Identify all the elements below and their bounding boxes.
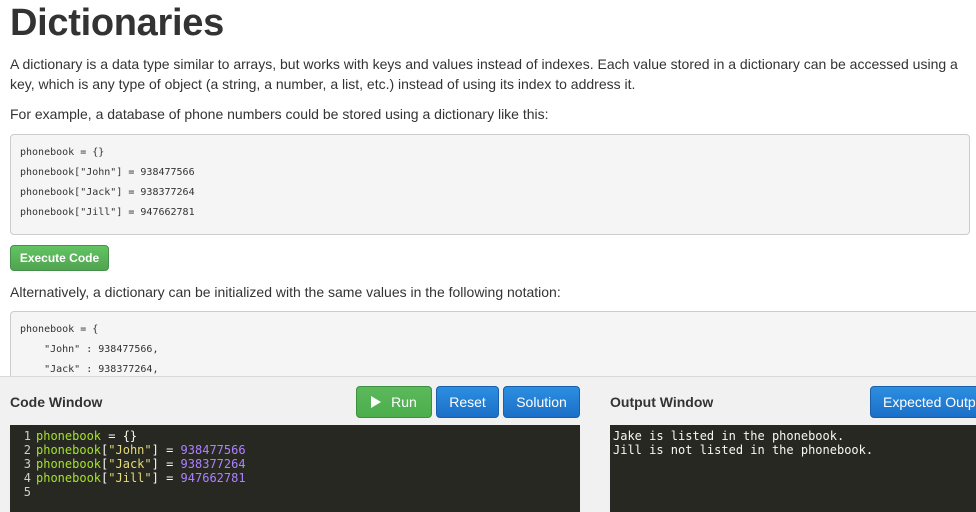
code-line: phonebook["Jill"] = 947662781: [20, 207, 195, 218]
expected-output-button[interactable]: Expected Output: [870, 386, 976, 418]
run-button[interactable]: Run: [356, 386, 432, 418]
code-line: phonebook["Jack"] = 938377264: [20, 187, 195, 198]
code-token: "John": [108, 443, 152, 457]
output-window-title: Output Window: [610, 394, 714, 410]
example-paragraph: For example, a database of phone numbers…: [10, 106, 549, 122]
editor-line: 1 phonebook = {}: [10, 429, 580, 443]
code-line: "Jack" : 938377264,: [20, 364, 159, 375]
code-line: "John" : 938477566,: [20, 344, 159, 355]
output-console: Jake is listed in the phonebook. Jill is…: [610, 425, 976, 512]
intro-paragraph: A dictionary is a data type similar to a…: [10, 56, 958, 92]
line-number: 3: [23, 457, 31, 471]
code-token: "Jill": [108, 471, 152, 485]
line-number: 5: [23, 485, 31, 499]
code-line: phonebook["John"] = 938477566: [20, 167, 195, 178]
alternative-paragraph: Alternatively, a dictionary can be initi…: [10, 284, 561, 300]
code-token: "Jack": [108, 457, 152, 471]
code-token: =: [158, 457, 181, 471]
line-number: 2: [23, 443, 31, 457]
lesson-article: Dictionaries A dictionary is a data type…: [0, 0, 976, 376]
code-token: 938377264: [180, 457, 246, 471]
code-token: =: [158, 443, 181, 457]
code-line: phonebook = {}: [20, 147, 105, 158]
run-button-label: Run: [391, 394, 417, 410]
reset-button[interactable]: Reset: [436, 386, 499, 418]
solution-button[interactable]: Solution: [503, 386, 580, 418]
code-token: 938477566: [180, 443, 246, 457]
example-code-block: phonebook = {} phonebook["John"] = 93847…: [10, 134, 970, 235]
line-number: 4: [23, 471, 31, 485]
editor-line: 4 phonebook["Jill"] = 947662781: [10, 471, 580, 485]
code-token: phonebook: [36, 443, 102, 457]
play-icon: [371, 396, 382, 408]
code-token: 947662781: [180, 471, 246, 485]
code-token: phonebook: [36, 471, 102, 485]
code-line: phonebook = {: [20, 324, 99, 335]
output-line: Jill is not listed in the phonebook.: [613, 443, 874, 457]
code-token: phonebook: [36, 429, 102, 443]
code-token: =: [158, 471, 181, 485]
execute-code-button[interactable]: Execute Code: [10, 245, 109, 271]
code-token: = {}: [101, 429, 138, 443]
code-editor[interactable]: 1 phonebook = {} 2 phonebook["John"] = 938…: [10, 425, 580, 512]
editor-line: 2 phonebook["John"] = 938477566: [10, 443, 580, 457]
line-number: 1: [23, 429, 31, 443]
alternative-code-block: phonebook = { "John" : 938477566, "Jack"…: [10, 311, 976, 376]
output-line: Jake is listed in the phonebook.: [613, 429, 845, 443]
code-window-title: Code Window: [10, 394, 103, 410]
code-token: phonebook: [36, 457, 102, 471]
editor-line: 5: [10, 485, 580, 499]
page-title: Dictionaries: [10, 2, 224, 44]
interactive-panel: Code Window Run Reset Solution 1 phoneboo…: [0, 376, 976, 512]
editor-line: 3 phonebook["Jack"] = 938377264: [10, 457, 580, 471]
